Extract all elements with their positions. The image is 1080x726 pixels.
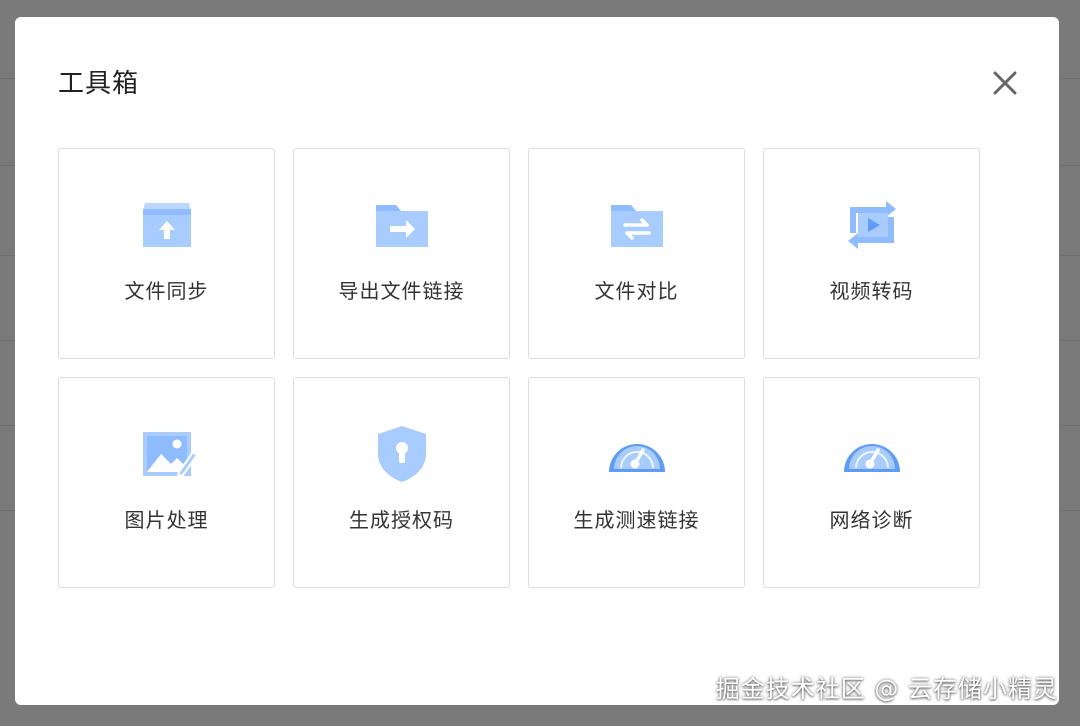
tool-network-diagnosis[interactable]: 网络诊断 <box>763 377 980 588</box>
speedometer-icon <box>605 422 669 486</box>
image-edit-icon <box>135 422 199 486</box>
tool-file-sync[interactable]: 文件同步 <box>58 148 275 359</box>
dialog-title: 工具箱 <box>58 69 140 99</box>
background-divider <box>1058 255 1080 256</box>
background-divider <box>1058 165 1080 166</box>
tool-label: 文件对比 <box>594 279 679 303</box>
background-divider <box>0 340 16 341</box>
tool-label: 网络诊断 <box>829 508 914 532</box>
background-divider <box>0 78 16 79</box>
background-divider <box>1058 425 1080 426</box>
tool-label: 生成授权码 <box>349 508 454 532</box>
background-divider <box>1058 78 1080 79</box>
background-divider <box>0 255 16 256</box>
toolbox-dialog: 工具箱 文件同步 导出文件链接 文件对比 视频转码 图片处理 生成授权码 生成测… <box>15 17 1059 705</box>
tool-export-file-link[interactable]: 导出文件链接 <box>293 148 510 359</box>
tool-video-transcode[interactable]: 视频转码 <box>763 148 980 359</box>
close-button[interactable] <box>989 67 1021 99</box>
tool-grid: 文件同步 导出文件链接 文件对比 视频转码 图片处理 生成授权码 生成测速链接 … <box>58 148 980 588</box>
background-divider <box>1058 510 1080 511</box>
watermark-text: 掘金技术社区 @ 云存储小精灵 <box>715 675 1058 703</box>
background-divider <box>0 425 16 426</box>
shield-key-icon <box>370 422 434 486</box>
tool-generate-auth-code[interactable]: 生成授权码 <box>293 377 510 588</box>
background-divider <box>0 165 16 166</box>
folder-upload-icon <box>135 193 199 257</box>
speedometer-icon <box>840 422 904 486</box>
tool-label: 视频转码 <box>829 279 914 303</box>
tool-generate-speedtest-link[interactable]: 生成测速链接 <box>528 377 745 588</box>
folder-export-icon <box>370 193 434 257</box>
background-divider <box>1058 340 1080 341</box>
close-icon <box>993 71 1017 95</box>
tool-label: 导出文件链接 <box>338 279 465 303</box>
tool-file-compare[interactable]: 文件对比 <box>528 148 745 359</box>
folder-compare-icon <box>605 193 669 257</box>
tool-image-processing[interactable]: 图片处理 <box>58 377 275 588</box>
video-convert-icon <box>840 193 904 257</box>
tool-label: 生成测速链接 <box>573 508 700 532</box>
background-divider <box>0 510 16 511</box>
tool-label: 图片处理 <box>124 508 209 532</box>
tool-label: 文件同步 <box>124 279 209 303</box>
